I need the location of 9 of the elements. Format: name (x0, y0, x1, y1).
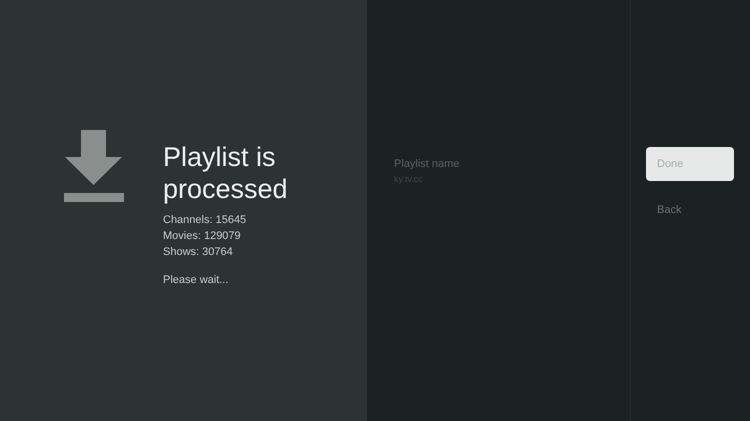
action-button[interactable]: Back (646, 193, 734, 227)
stat-text: Shows: 30764 (163, 245, 234, 260)
download-icon (64, 130, 124, 202)
status-message: Please wait... (163, 274, 230, 286)
stat-text: Movies: 129079 (163, 229, 242, 244)
status-title: Playlist is processed (163, 141, 289, 205)
action-button[interactable]: Done (646, 147, 734, 181)
stat-text: Channels: 15645 (163, 213, 248, 228)
playlist-name-label: Playlist name (394, 158, 460, 170)
